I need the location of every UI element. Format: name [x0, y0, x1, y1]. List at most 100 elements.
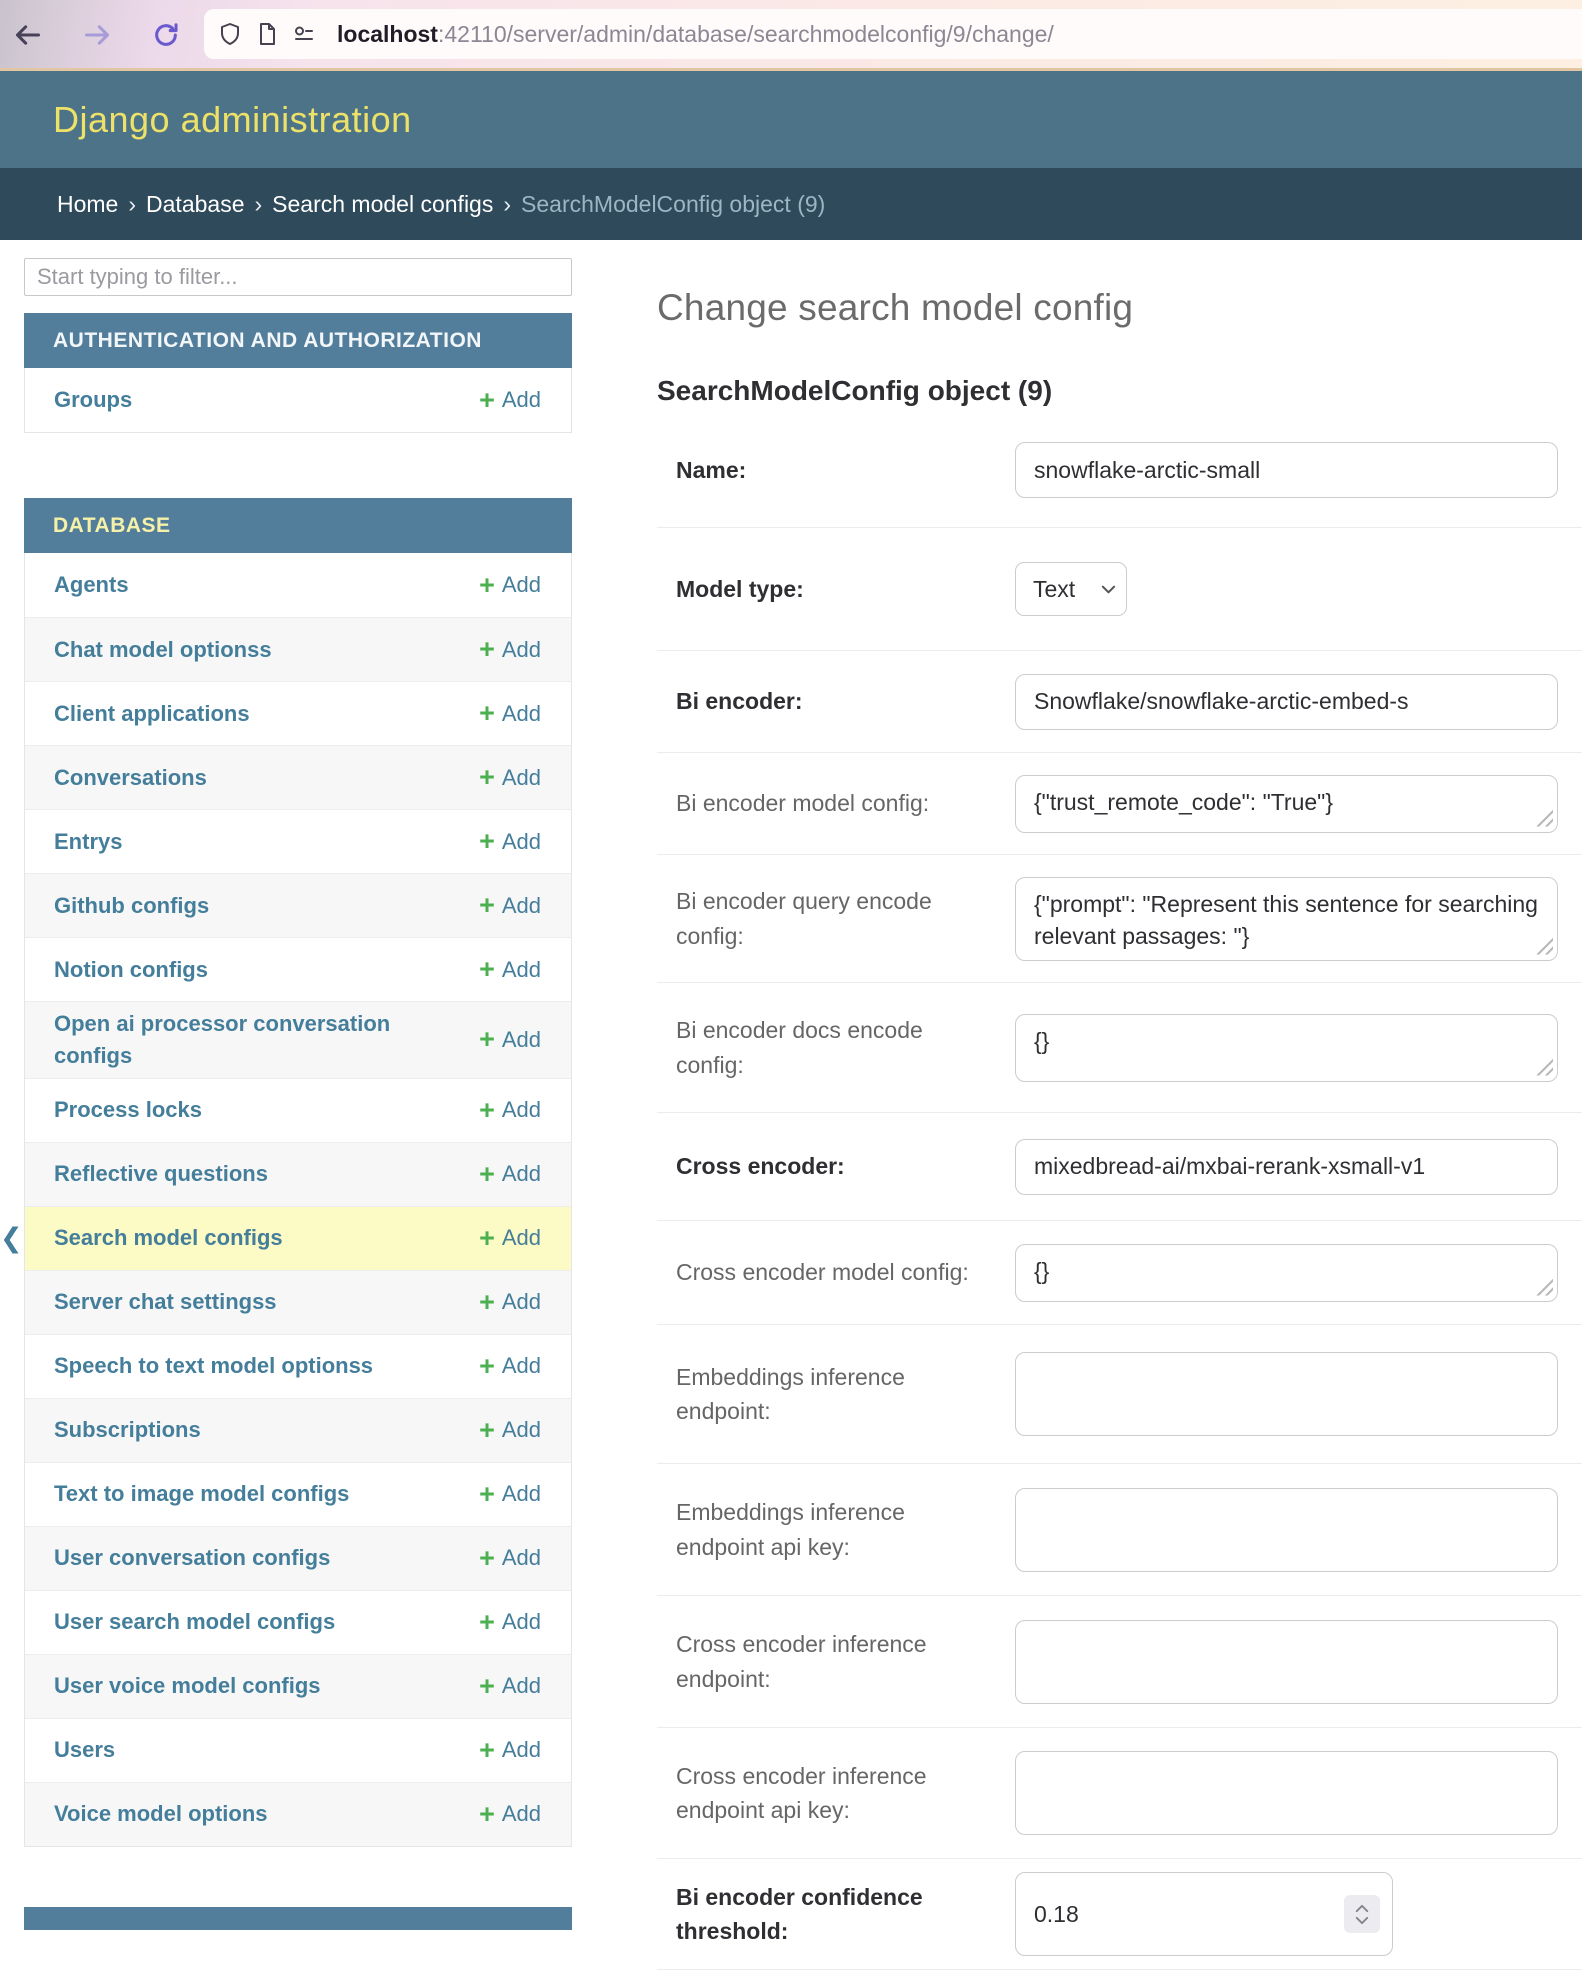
sidebar-collapse-icon[interactable]: ❮	[0, 1221, 22, 1255]
site-title[interactable]: Django administration	[53, 99, 412, 141]
bi-encoder-query-encode-config-textarea[interactable]	[1015, 877, 1558, 961]
model-link-conversations[interactable]: Conversations	[54, 762, 207, 794]
sidebar-item-conversations[interactable]: Conversations +Add	[25, 745, 571, 809]
name-input[interactable]	[1015, 442, 1558, 498]
bi-encoder-confidence-threshold-input[interactable]	[1015, 1872, 1393, 1956]
address-bar[interactable]: localhost:42110/server/admin/database/se…	[204, 9, 1582, 59]
sidebar-item-text-to-image-model-configs[interactable]: Text to image model configs +Add	[25, 1462, 571, 1526]
sidebar-item-process-locks[interactable]: Process locks +Add	[25, 1078, 571, 1142]
add-label: Add	[502, 1161, 541, 1187]
add-link-entrys[interactable]: +Add	[479, 828, 541, 855]
add-link-server-chat-settingss[interactable]: +Add	[479, 1289, 541, 1316]
model-link-chat-model-optionss[interactable]: Chat model optionss	[54, 634, 272, 666]
sidebar-item-entrys[interactable]: Entrys +Add	[25, 809, 571, 873]
add-link-conversations[interactable]: +Add	[479, 764, 541, 791]
model-type-select[interactable]: Text	[1015, 562, 1127, 616]
page-icon[interactable]	[255, 22, 279, 46]
model-link-text-to-image-model-configs[interactable]: Text to image model configs	[54, 1478, 349, 1510]
add-link-subscriptions[interactable]: +Add	[479, 1417, 541, 1444]
model-link-subscriptions[interactable]: Subscriptions	[54, 1414, 201, 1446]
sidebar-item-voice-model-options[interactable]: Voice model options +Add	[25, 1782, 571, 1846]
url-path[interactable]: :42110/server/admin/database/searchmodel…	[438, 21, 1054, 47]
cross-encoder-inference-endpoint-api-key-input[interactable]	[1015, 1751, 1558, 1835]
model-link-client-applications[interactable]: Client applications	[54, 698, 250, 730]
model-link-user-conversation-configs[interactable]: User conversation configs	[54, 1542, 330, 1574]
breadcrumb-search-model-configs[interactable]: Search model configs	[272, 191, 493, 218]
add-link-user-search-model-configs[interactable]: +Add	[479, 1609, 541, 1636]
add-link-client-applications[interactable]: +Add	[479, 700, 541, 727]
sidebar-item-client-applications[interactable]: Client applications +Add	[25, 681, 571, 745]
shield-icon[interactable]	[218, 22, 242, 46]
breadcrumb: Home › Database › Search model configs ›…	[0, 168, 1582, 240]
model-link-open-ai-processor-conversation-configs[interactable]: Open ai processor conversation configs	[54, 1008, 434, 1072]
add-link-speech-to-text-model-optionss[interactable]: +Add	[479, 1353, 541, 1380]
url-host[interactable]: localhost	[337, 21, 438, 47]
sidebar-item-user-search-model-configs[interactable]: User search model configs +Add	[25, 1590, 571, 1654]
sidebar-item-notion-configs[interactable]: Notion configs +Add	[25, 937, 571, 1001]
sidebar-item-search-model-configs[interactable]: Search model configs +Add	[25, 1206, 571, 1270]
model-link-reflective-questions[interactable]: Reflective questions	[54, 1158, 268, 1190]
add-link-github-configs[interactable]: +Add	[479, 892, 541, 919]
add-link-process-locks[interactable]: +Add	[479, 1097, 541, 1124]
model-link-entrys[interactable]: Entrys	[54, 826, 122, 858]
bi-encoder-input[interactable]	[1015, 674, 1558, 730]
sidebar-item-users[interactable]: Users +Add	[25, 1718, 571, 1782]
bi-encoder-docs-encode-config-textarea[interactable]	[1015, 1014, 1558, 1082]
embeddings-inference-endpoint-api-key-input[interactable]	[1015, 1488, 1558, 1572]
model-link-github-configs[interactable]: Github configs	[54, 890, 209, 922]
add-link-agents[interactable]: +Add	[479, 572, 541, 599]
sidebar-item-agents[interactable]: Agents +Add	[25, 553, 571, 617]
sidebar-item-subscriptions[interactable]: Subscriptions +Add	[25, 1398, 571, 1462]
add-link-groups[interactable]: +Add	[479, 387, 541, 414]
model-link-user-search-model-configs[interactable]: User search model configs	[54, 1606, 335, 1638]
cross-encoder-model-config-textarea[interactable]	[1015, 1244, 1558, 1302]
sidebar-item-chat-model-optionss[interactable]: Chat model optionss +Add	[25, 617, 571, 681]
add-link-text-to-image-model-configs[interactable]: +Add	[479, 1481, 541, 1508]
sidebar-filter-input[interactable]	[24, 258, 572, 296]
sidebar-item-github-configs[interactable]: Github configs +Add	[25, 873, 571, 937]
plus-icon: +	[479, 1801, 495, 1828]
model-link-process-locks[interactable]: Process locks	[54, 1094, 202, 1126]
back-icon[interactable]	[14, 21, 42, 49]
model-link-user-voice-model-configs[interactable]: User voice model configs	[54, 1670, 321, 1702]
add-link-reflective-questions[interactable]: +Add	[479, 1161, 541, 1188]
container-icon[interactable]	[292, 22, 316, 46]
breadcrumb-home[interactable]: Home	[57, 191, 118, 218]
number-spinner[interactable]	[1344, 1895, 1380, 1933]
model-link-users[interactable]: Users	[54, 1734, 115, 1766]
cross-encoder-input[interactable]	[1015, 1139, 1558, 1195]
model-link-groups[interactable]: Groups	[54, 384, 132, 416]
add-label: Add	[502, 1737, 541, 1763]
add-link-voice-model-options[interactable]: +Add	[479, 1801, 541, 1828]
url-text[interactable]: localhost:42110/server/admin/database/se…	[337, 21, 1054, 48]
add-link-user-voice-model-configs[interactable]: +Add	[479, 1673, 541, 1700]
reload-icon[interactable]	[152, 21, 180, 49]
sidebar-item-open-ai-processor-conversation-configs[interactable]: Open ai processor conversation configs +A…	[25, 1001, 571, 1078]
sidebar-item-server-chat-settingss[interactable]: Server chat settingss +Add	[25, 1270, 571, 1334]
add-link-user-conversation-configs[interactable]: +Add	[479, 1545, 541, 1572]
embeddings-inference-endpoint-input[interactable]	[1015, 1352, 1558, 1436]
add-link-open-ai-processor-conversation-configs[interactable]: +Add	[479, 1026, 541, 1053]
model-link-speech-to-text-model-optionss[interactable]: Speech to text model optionss	[54, 1350, 373, 1382]
add-link-chat-model-optionss[interactable]: +Add	[479, 636, 541, 663]
sidebar-item-groups[interactable]: Groups +Add	[25, 368, 571, 432]
breadcrumb-database[interactable]: Database	[146, 191, 244, 218]
sidebar-item-speech-to-text-model-optionss[interactable]: Speech to text model optionss +Add	[25, 1334, 571, 1398]
sidebar-item-reflective-questions[interactable]: Reflective questions +Add	[25, 1142, 571, 1206]
bi-encoder-model-config-textarea[interactable]	[1015, 775, 1558, 833]
field-widget-embeddings-inference-endpoint-api-key	[1015, 1488, 1558, 1572]
sidebar-item-user-conversation-configs[interactable]: User conversation configs +Add	[25, 1526, 571, 1590]
model-link-agents[interactable]: Agents	[54, 569, 129, 601]
forward-icon[interactable]	[83, 21, 111, 49]
cross-encoder-inference-endpoint-input[interactable]	[1015, 1620, 1558, 1704]
add-link-users[interactable]: +Add	[479, 1737, 541, 1764]
sidebar-modules: Authentication and AuthorizationGroups+A…	[24, 313, 572, 1847]
sidebar-item-user-voice-model-configs[interactable]: User voice model configs +Add	[25, 1654, 571, 1718]
model-link-notion-configs[interactable]: Notion configs	[54, 954, 208, 986]
add-label: Add	[502, 1289, 541, 1315]
model-link-voice-model-options[interactable]: Voice model options	[54, 1798, 268, 1830]
add-link-search-model-configs[interactable]: +Add	[479, 1225, 541, 1252]
model-link-search-model-configs[interactable]: Search model configs	[54, 1222, 283, 1254]
model-link-server-chat-settingss[interactable]: Server chat settingss	[54, 1286, 277, 1318]
add-link-notion-configs[interactable]: +Add	[479, 956, 541, 983]
